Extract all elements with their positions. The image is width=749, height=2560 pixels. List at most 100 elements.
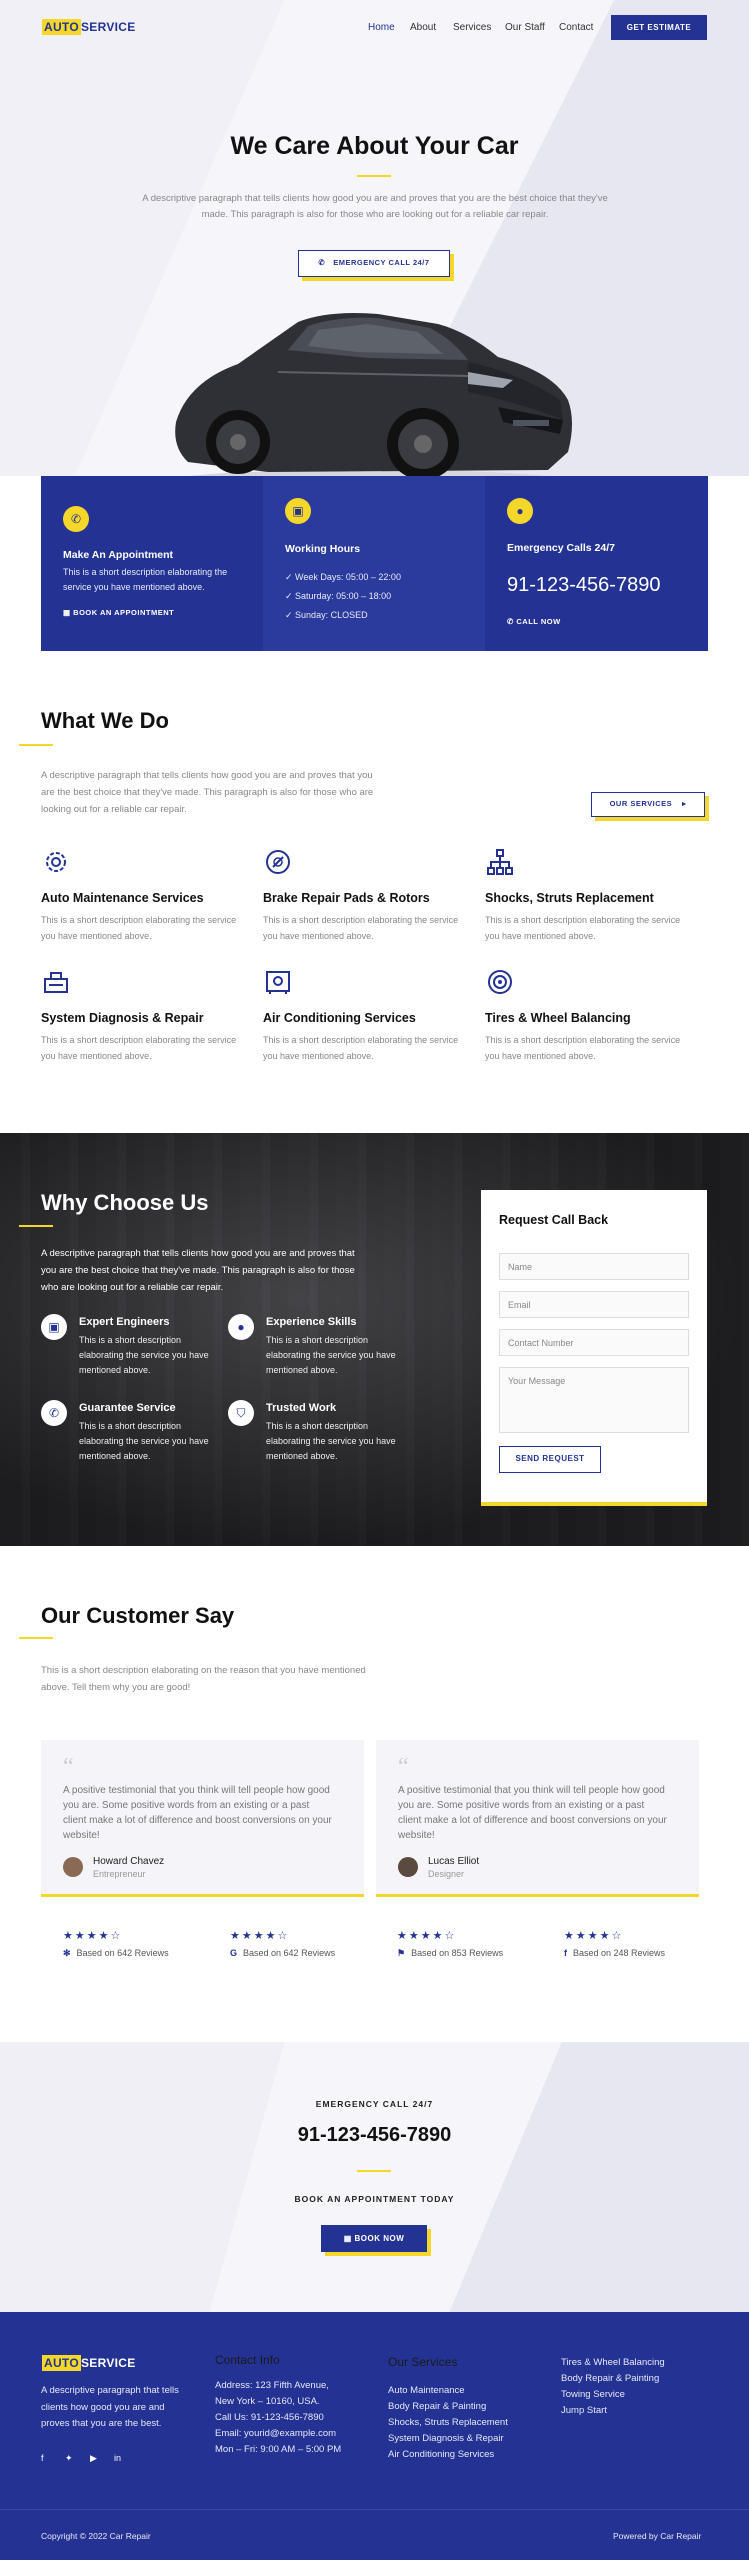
gear-icon [46,852,66,872]
testimonial-card: “ A positive testimonial that you think … [376,1740,699,1897]
footer-service-link[interactable]: System Diagnosis & Repair [388,2431,504,2448]
divider [19,1637,53,1639]
service-text: This is a short description elaborating … [263,915,459,941]
testimonial-quote: A positive testimonial that you think wi… [63,1785,332,1841]
name-field[interactable]: Name [499,1253,689,1280]
logo-part-a: AUTO [42,19,81,35]
footer-service-link[interactable]: Body Repair & Painting [388,2399,486,2416]
footer [0,2312,749,2560]
nav-about[interactable]: About [410,22,436,33]
contact-line[interactable]: Call Us: 91-123-456-7890 [215,2410,324,2427]
linkedin-icon[interactable]: in [114,2453,121,2463]
rating-reviews: f Based on 248 Reviews [564,1948,665,1958]
book-appointment-link[interactable]: ▦ BOOK AN APPOINTMENT [63,608,174,617]
info-bar: ✆ Make An Appointment This is a short de… [41,476,708,651]
footer-logo[interactable]: AUTO SERVICE [42,2355,136,2371]
rating-text: Based on 642 Reviews [76,1948,169,1958]
hours-item: ✓ Week Days: 05:00 – 22:00 [285,570,401,585]
phone-icon: ✆ [318,258,326,267]
call-subtitle: BOOK AN APPOINTMENT TODAY [294,2194,455,2204]
check-icon: ✓ [285,572,296,582]
get-estimate-button[interactable]: GET ESTIMATE [611,15,707,40]
powered-by: Powered by Car Repair [613,2531,702,2541]
email-field[interactable]: Email [499,1291,689,1318]
message-field[interactable]: Your Message [499,1367,689,1433]
footer-service-link[interactable]: Towing Service [561,2387,625,2404]
testimonials-title: Our Customer Say [41,1603,235,1628]
emergency-phone[interactable]: 91-123-456-7890 [507,574,660,597]
call-now-link[interactable]: ✆ CALL NOW [507,617,561,626]
footer-service-link[interactable]: Body Repair & Painting [561,2371,659,2388]
contact-info-title: Contact Info [215,2353,280,2367]
why-item-text: This is a short description elaborating … [266,1421,396,1461]
emergency-call-label: EMERGENCY CALL 24/7 [333,258,430,267]
why-item-title: Expert Engineers [79,1316,170,1328]
footer-service-link[interactable]: Tires & Wheel Balancing [561,2355,665,2372]
emergency-call-button[interactable]: ✆ EMERGENCY CALL 24/7 [298,250,450,277]
footer-service-link[interactable]: Air Conditioning Services [388,2447,494,2464]
calendar-icon: ▦ [343,2234,355,2243]
why-item-text: This is a short description elaborating … [266,1335,396,1375]
call-phone[interactable]: 91-123-456-7890 [0,2124,749,2147]
service-text: This is a short description elaborating … [263,1035,459,1061]
shield-icon: ⛉ [228,1400,254,1426]
twitter-icon[interactable]: ✦ [65,2453,73,2464]
contact-line[interactable]: Email: yourid@example.com [215,2426,336,2443]
phone-icon: ✆ [63,506,89,532]
emergency-call-section [0,2042,749,2312]
nav-services[interactable]: Services [453,22,491,33]
emergency-column: ● Emergency Calls 24/7 91-123-456-7890 ✆… [485,476,707,651]
logo[interactable]: AUTO SERVICE [42,19,136,35]
divider [357,2170,391,2172]
nav-contact[interactable]: Contact [559,22,593,33]
facebook-icon[interactable]: f [41,2453,44,2463]
service-title: Shocks, Struts Replacement [485,891,654,905]
contact-line: New York – 10160, USA. [215,2396,320,2407]
quote-icon: “ [398,1754,409,1780]
rating-stars: ★★★★☆ [230,1930,290,1942]
testimonial-role: Designer [428,1869,465,1879]
safe-icon [266,971,290,994]
caret-right-icon: ▸ [682,799,687,808]
hierarchy-icon [487,849,513,875]
testimonial-name: Lucas Elliot [428,1856,480,1867]
rating-reviews: ✻ Based on 642 Reviews [63,1948,169,1959]
foursquare-icon: ⚑ [397,1948,406,1958]
check-icon: ✓ [285,610,296,620]
why-item-title: Experience Skills [266,1316,357,1328]
what-we-do-paragraph: A descriptive paragraph that tells clien… [41,770,374,815]
footer-service-link[interactable]: Auto Maintenance [388,2383,465,2400]
nav-our-staff[interactable]: Our Staff [505,22,545,33]
send-request-button[interactable]: SEND REQUEST [499,1446,601,1473]
hours-column: ▣ Working Hours ✓ Week Days: 05:00 – 22:… [263,476,485,651]
rating-reviews: G Based on 642 Reviews [230,1948,335,1958]
emergency-title: Emergency Calls 24/7 [507,542,615,554]
book-appointment-label: BOOK AN APPOINTMENT [73,608,175,617]
book-now-button[interactable]: ▦ BOOK NOW [321,2225,427,2252]
footer-divider [0,2509,749,2510]
service-title: Tires & Wheel Balancing [485,1011,631,1025]
call-label: EMERGENCY CALL 24/7 [315,2099,434,2109]
testimonial-quote: A positive testimonial that you think wi… [398,1785,667,1841]
hours-item: ✓ Sunday: CLOSED [285,608,368,623]
footer-service-link[interactable]: Shocks, Struts Replacement [388,2415,508,2432]
service-title: System Diagnosis & Repair [41,1011,204,1025]
facebook-icon: f [564,1948,567,1958]
google-icon: G [230,1948,238,1958]
diagnostic-icon [44,972,68,993]
phone-icon: ✆ [507,617,517,626]
hours-item-text: Sunday: CLOSED [295,610,368,620]
footer-service-link[interactable]: Jump Start [561,2403,607,2420]
logo-part-a: AUTO [42,2355,81,2371]
why-paragraph: A descriptive paragraph that tells clien… [41,1248,355,1293]
hours-title: Working Hours [285,543,361,555]
youtube-icon[interactable]: ▶ [90,2453,97,2464]
rating-stars: ★★★★☆ [564,1930,624,1942]
contact-number-field[interactable]: Contact Number [499,1329,689,1356]
our-services-button[interactable]: OUR SERVICES ▸ [591,792,705,817]
nav-home[interactable]: Home [368,22,395,33]
why-item-text: This is a short description elaborating … [79,1421,209,1461]
hours-item: ✓ Saturday: 05:00 – 18:00 [285,589,391,604]
rating-reviews: ⚑ Based on 853 Reviews [397,1948,503,1959]
service-text: This is a short description elaborating … [41,1035,237,1061]
